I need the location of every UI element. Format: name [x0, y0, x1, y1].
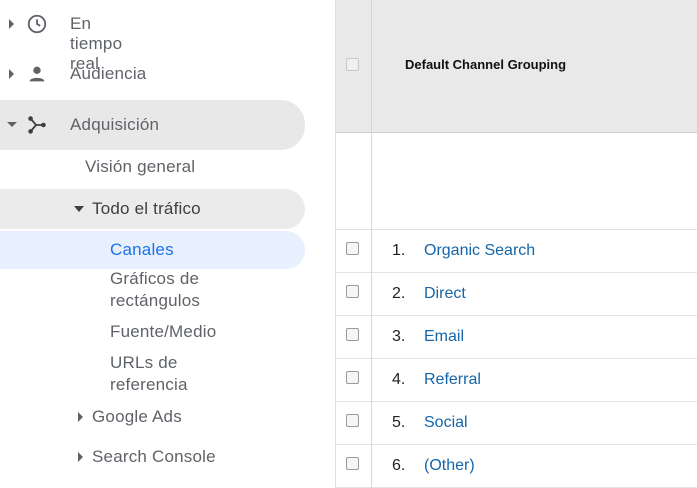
nav-subitem-overview[interactable]: Visión general: [85, 157, 195, 177]
table-header: Default Channel Grouping: [336, 0, 697, 133]
nav-subitem-label: rectángulos: [110, 291, 201, 310]
table-row: 5. Social: [336, 402, 697, 445]
channel-link[interactable]: Direct: [424, 285, 466, 303]
channel-link[interactable]: Social: [424, 414, 468, 432]
nav-item-label: Audiencia: [70, 64, 147, 83]
nav-subitem-all-traffic[interactable]: Todo el tráfico: [0, 189, 305, 229]
channel-link[interactable]: (Other): [424, 457, 475, 475]
select-all-checkbox[interactable]: [346, 58, 359, 71]
row-number: 6.: [392, 457, 406, 474]
clock-icon: [27, 14, 47, 34]
table-totals-row: [336, 133, 697, 230]
row-number: 1.: [392, 242, 406, 259]
table-row: 4. Referral: [336, 359, 697, 402]
acquisition-icon: [28, 116, 46, 134]
nav-subitem-referrals[interactable]: URLs de referencia: [110, 352, 188, 396]
nav-subitem-label: Canales: [110, 240, 174, 259]
row-number: 5.: [392, 414, 406, 431]
nav-subitem-treemaps[interactable]: Gráficos de rectángulos: [110, 268, 200, 312]
nav-subitem-label: Fuente/Medio: [110, 322, 217, 341]
nav-item-acquisition[interactable]: Adquisición: [0, 100, 305, 150]
nav-subitem-label: Gráficos de: [110, 269, 200, 288]
channels-table: Default Channel Grouping 1. Organic Sear…: [336, 0, 697, 488]
chevron-right-icon[interactable]: [78, 452, 83, 462]
channel-link[interactable]: Referral: [424, 371, 481, 389]
sidebar-nav: En tiempo real Audiencia Adquisición Vis…: [0, 0, 336, 488]
row-checkbox[interactable]: [346, 328, 359, 341]
table-row: 1. Organic Search: [336, 230, 697, 273]
nav-subitem-label: Search Console: [92, 447, 216, 466]
chevron-right-icon[interactable]: [9, 19, 14, 29]
column-header-channel-grouping[interactable]: Default Channel Grouping: [405, 57, 566, 72]
channel-link[interactable]: Email: [424, 328, 464, 346]
table-row: 3. Email: [336, 316, 697, 359]
chevron-down-icon[interactable]: [7, 122, 17, 127]
chevron-right-icon[interactable]: [9, 69, 14, 79]
nav-subitem-label: Visión general: [85, 157, 196, 176]
nav-subitem-source-medium[interactable]: Fuente/Medio: [110, 322, 216, 342]
nav-subitem-label: referencia: [110, 375, 188, 394]
row-checkbox[interactable]: [346, 414, 359, 427]
row-checkbox[interactable]: [346, 242, 359, 255]
row-checkbox[interactable]: [346, 285, 359, 298]
row-checkbox[interactable]: [346, 371, 359, 384]
table-row: 6. (Other): [336, 445, 697, 488]
chevron-down-icon[interactable]: [74, 206, 84, 212]
row-checkbox[interactable]: [346, 457, 359, 470]
row-number: 4.: [392, 371, 406, 388]
nav-subitem-label: Todo el tráfico: [92, 199, 201, 218]
column-divider: [371, 0, 372, 488]
person-icon: [29, 66, 45, 82]
nav-subitem-search-console[interactable]: Search Console: [0, 446, 305, 468]
row-number: 2.: [392, 285, 406, 302]
channel-link[interactable]: Organic Search: [424, 242, 535, 260]
table-row: 2. Direct: [336, 273, 697, 316]
nav-subitem-label: Google Ads: [92, 407, 182, 426]
row-number: 3.: [392, 328, 406, 345]
nav-item-label: Adquisición: [70, 115, 160, 134]
nav-subitem-google-ads[interactable]: Google Ads: [0, 406, 305, 428]
nav-subitem-channels[interactable]: Canales: [0, 231, 305, 269]
chevron-right-icon[interactable]: [78, 412, 83, 422]
nav-subitem-label: URLs de: [110, 353, 178, 372]
